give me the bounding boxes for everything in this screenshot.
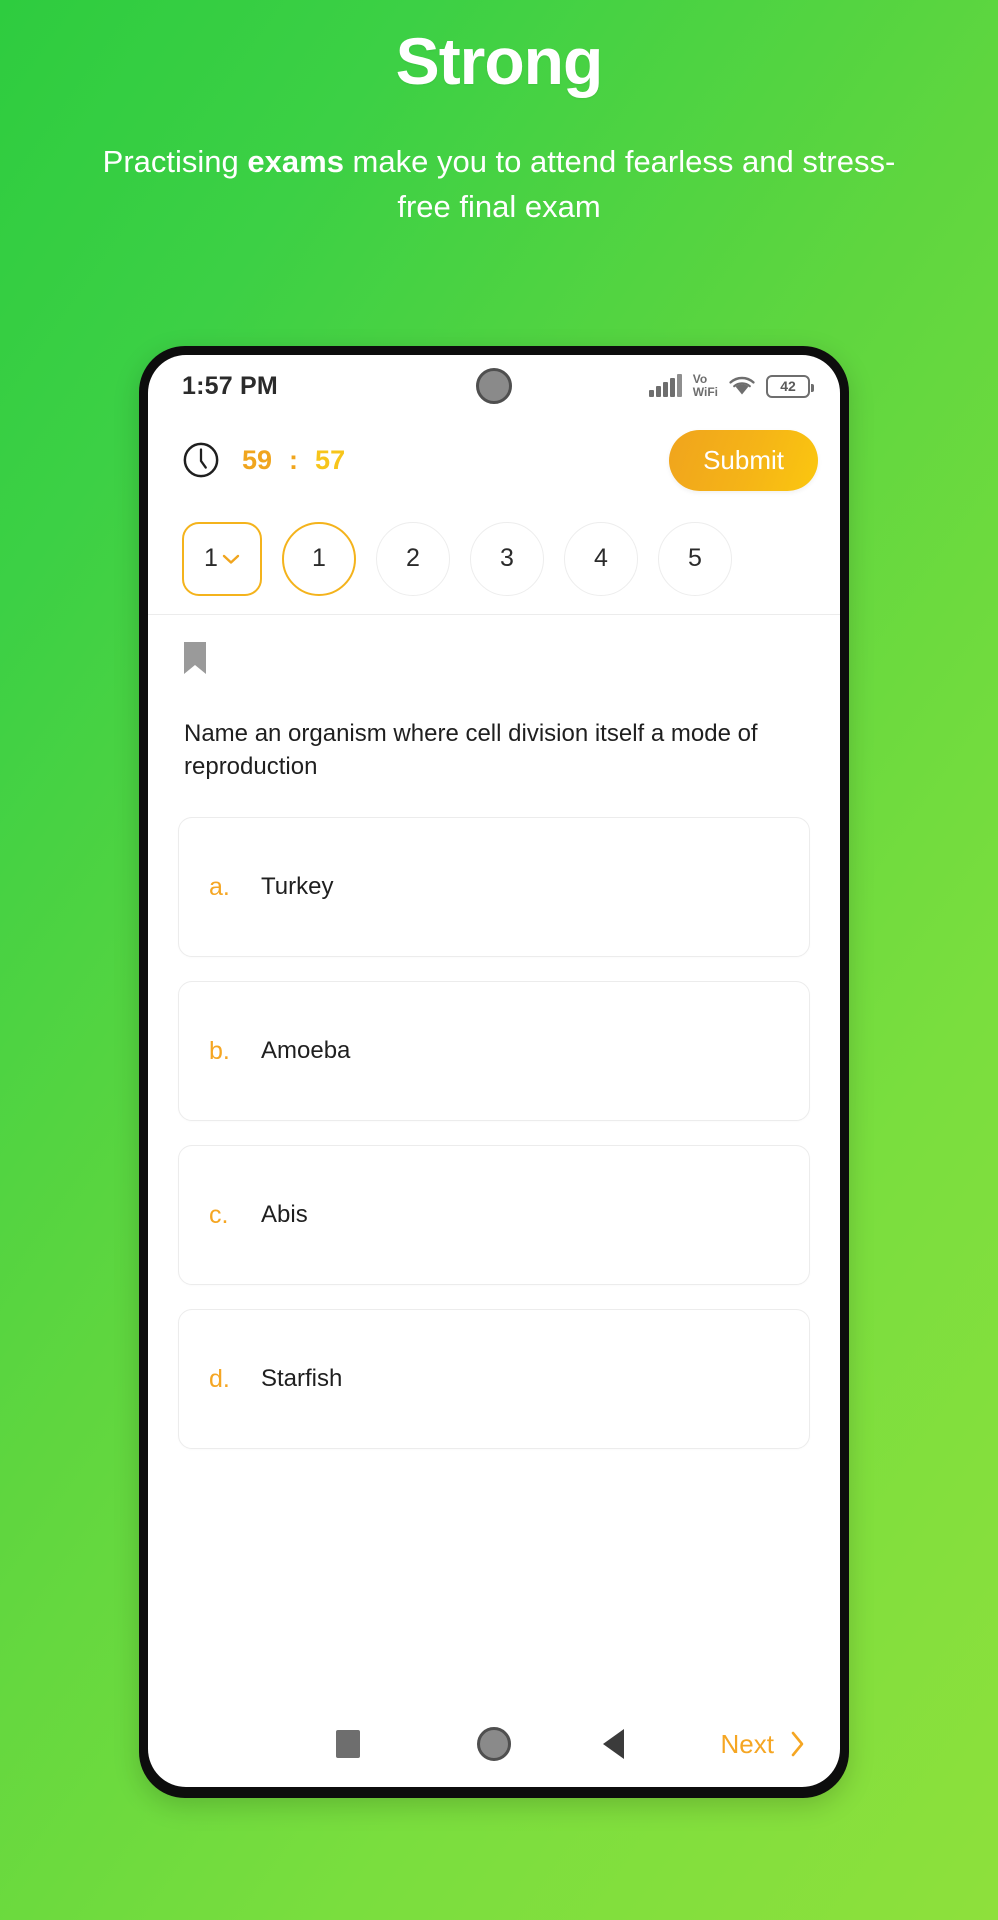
status-bar: 1:57 PM Vo WiFi 42 xyxy=(148,355,840,417)
question-panel: Name an organism where cell division its… xyxy=(148,615,840,1701)
back-triangle-icon[interactable] xyxy=(603,1729,624,1759)
status-bar-icons: Vo WiFi 42 xyxy=(649,373,814,398)
signal-bars-icon xyxy=(649,374,682,397)
countdown-timer: 59 : 57 xyxy=(242,445,345,476)
next-button[interactable]: Next xyxy=(721,1729,818,1760)
promo-subtitle-emphasis: exams xyxy=(247,143,344,179)
question-pill-5[interactable]: 5 xyxy=(658,521,732,596)
answer-option-b-text: Amoeba xyxy=(261,1037,351,1065)
front-camera-icon xyxy=(476,368,512,404)
page-title: Strong xyxy=(395,24,604,98)
answer-options-list: a. Turkey b. Amoeba c. Abis d. Starfish xyxy=(178,817,810,1450)
answer-option-d-text: Starfish xyxy=(261,1365,343,1393)
answer-option-a-letter: a. xyxy=(209,872,230,901)
question-nav-bar: 1 1 2 3 4 5 xyxy=(148,503,840,615)
promo-subtitle-part2: make you to attend fearless and stress-f… xyxy=(343,143,896,224)
answer-option-d[interactable]: d. Starfish xyxy=(178,1309,810,1450)
question-pill-4[interactable]: 4 xyxy=(564,521,638,596)
timer-separator: : xyxy=(289,444,299,475)
chevron-down-icon xyxy=(222,554,240,564)
promo-header: Strong Practising exams make you to atte… xyxy=(0,0,998,230)
answer-option-a[interactable]: a. Turkey xyxy=(178,817,810,958)
timer-bar: 59 : 57 Submit xyxy=(148,417,840,503)
answer-option-c-text: Abis xyxy=(261,1201,308,1229)
timer-minutes: 59 xyxy=(242,444,273,475)
answer-option-c-letter: c. xyxy=(209,1200,229,1229)
answer-option-b[interactable]: b. Amoeba xyxy=(178,981,810,1122)
timer-seconds: 57 xyxy=(315,444,346,475)
wifi-icon xyxy=(729,376,755,395)
clock-icon xyxy=(183,442,219,478)
status-bar-clock: 1:57 PM xyxy=(182,371,278,400)
battery-icon: 42 xyxy=(766,374,814,398)
recents-square-icon[interactable] xyxy=(336,1730,360,1758)
bookmark-icon[interactable] xyxy=(182,641,208,675)
home-circle-icon[interactable] xyxy=(477,1727,511,1761)
bottom-nav-bar: Next xyxy=(148,1701,840,1787)
phone-mockup: 1:57 PM Vo WiFi 42 59: 57 Submit 1 1 2 … xyxy=(139,346,849,1798)
battery-level: 42 xyxy=(780,378,796,394)
question-pill-1[interactable]: 1 xyxy=(282,521,356,596)
answer-option-d-letter: d. xyxy=(209,1364,230,1393)
phone-screen: 1:57 PM Vo WiFi 42 59: 57 Submit 1 1 2 … xyxy=(148,355,840,1787)
promo-subtitle: Practising exams make you to attend fear… xyxy=(99,140,899,230)
answer-option-a-text: Turkey xyxy=(261,873,334,901)
answer-option-c[interactable]: c. Abis xyxy=(178,1145,810,1286)
question-text: Name an organism where cell division its… xyxy=(184,720,758,781)
answer-option-b-letter: b. xyxy=(209,1036,230,1065)
chevron-right-icon xyxy=(791,1731,804,1757)
next-button-label: Next xyxy=(720,1728,774,1759)
submit-button[interactable]: Submit xyxy=(669,429,818,491)
question-pill-2[interactable]: 2 xyxy=(376,521,450,596)
vowifi-label: Vo WiFi xyxy=(693,373,718,398)
vowifi-line2: WiFi xyxy=(692,385,718,399)
promo-subtitle-part1: Practising xyxy=(102,143,248,179)
question-pill-3[interactable]: 3 xyxy=(470,521,544,596)
question-selector-dropdown[interactable]: 1 xyxy=(182,521,262,596)
question-selector-value: 1 xyxy=(204,544,218,572)
